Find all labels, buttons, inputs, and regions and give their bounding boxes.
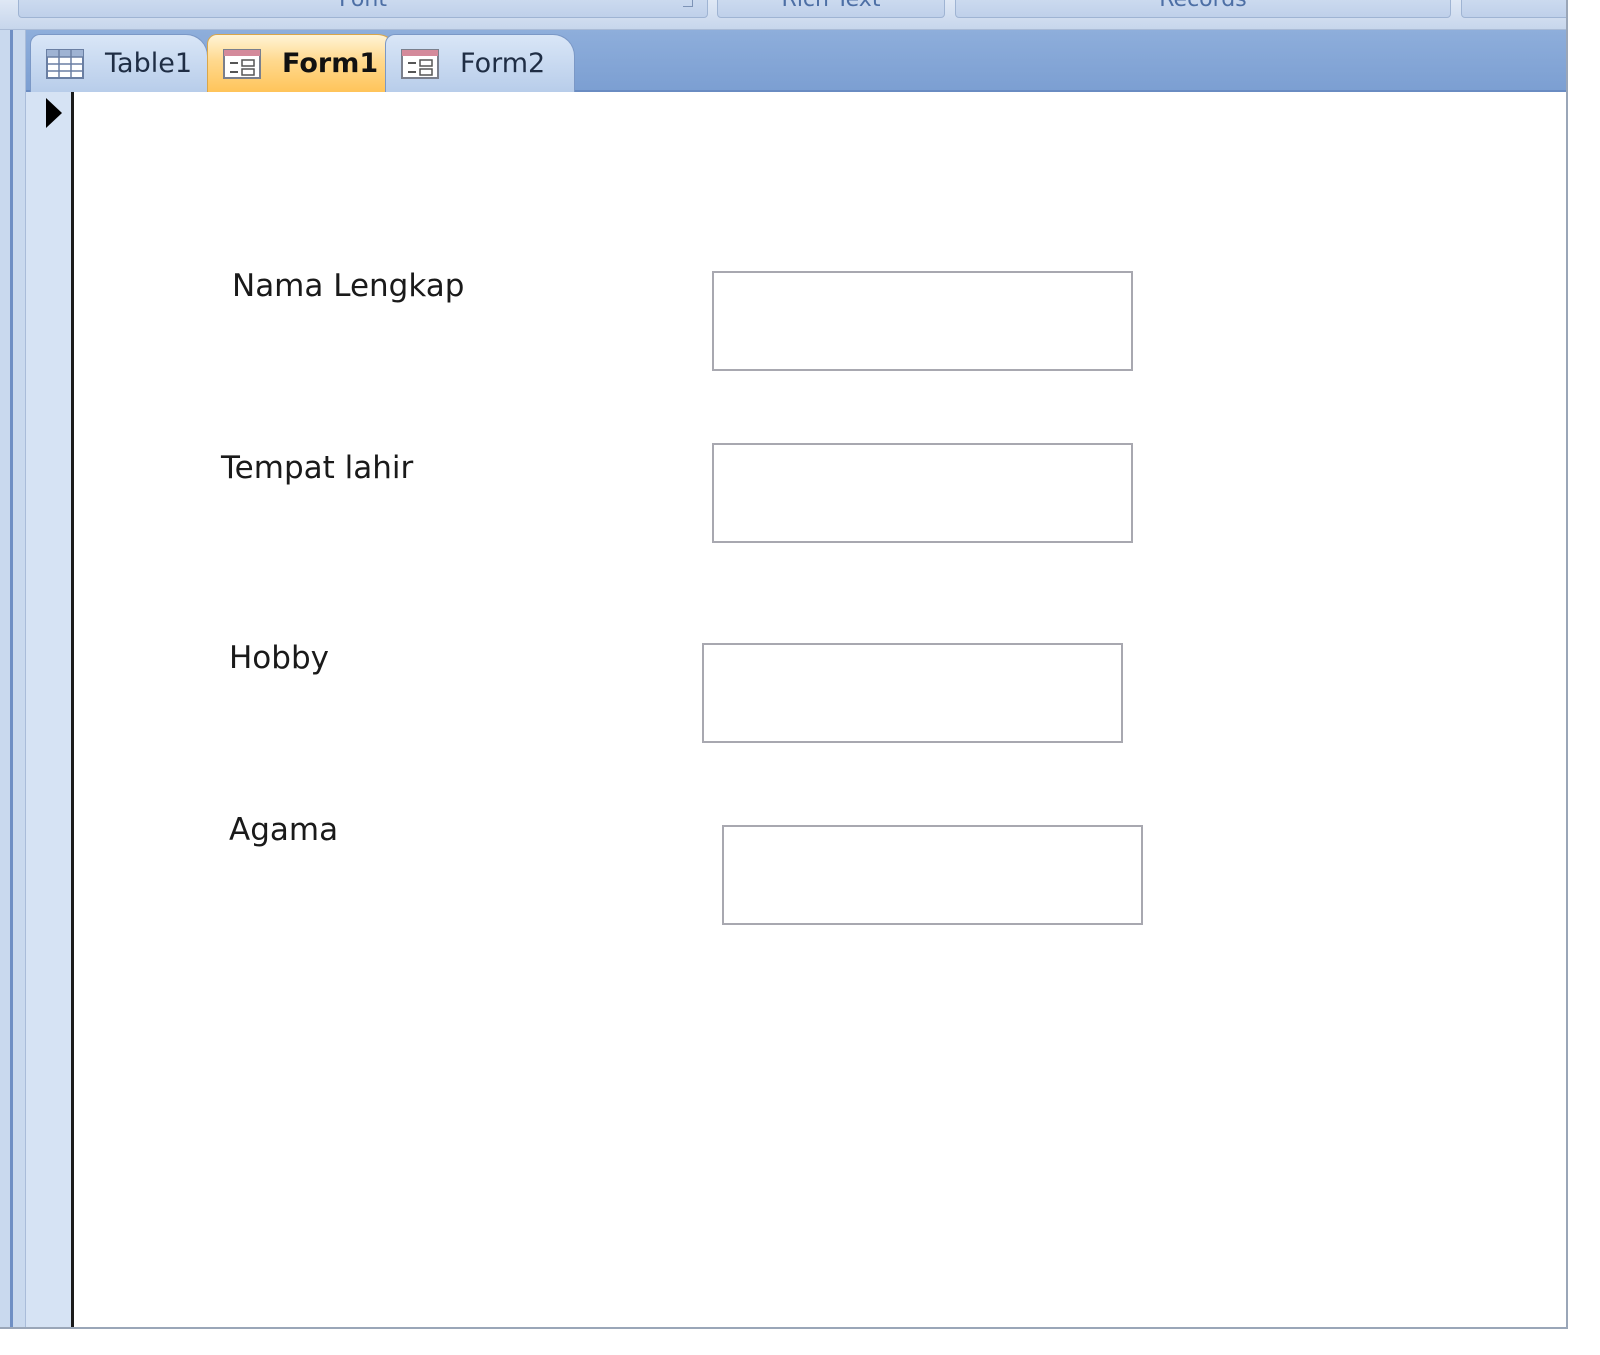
tab-form2-label: Form2 xyxy=(460,48,546,79)
tab-table1[interactable]: Table1 xyxy=(30,34,208,92)
tab-form2[interactable]: Form2 xyxy=(385,34,575,92)
label-hobby: Hobby xyxy=(229,640,329,676)
table-icon xyxy=(46,48,84,79)
navigation-pane-edge[interactable] xyxy=(0,30,26,1327)
access-window: Font Rich Text Records Table1 xyxy=(0,0,1568,1329)
ribbon-group-records[interactable]: Records xyxy=(955,0,1451,18)
form-icon xyxy=(401,48,439,79)
ribbon-group-font[interactable]: Font xyxy=(18,0,708,18)
label-nama-lengkap: Nama Lengkap xyxy=(232,268,465,304)
ribbon-group-font-label: Font xyxy=(339,0,387,12)
tempat-lahir-field[interactable] xyxy=(712,443,1133,543)
ribbon-group-rich-text-label: Rich Text xyxy=(782,0,881,12)
ribbon-group-next[interactable] xyxy=(1461,0,1566,18)
ribbon-group-labels: Font Rich Text Records xyxy=(0,0,1566,30)
nama-lengkap-field[interactable] xyxy=(712,271,1133,371)
current-record-arrow-icon xyxy=(46,98,62,128)
tab-table1-label: Table1 xyxy=(105,48,192,79)
tab-form1-label: Form1 xyxy=(282,48,379,79)
ribbon-group-rich-text[interactable]: Rich Text xyxy=(717,0,945,18)
tab-form1[interactable]: Form1 xyxy=(207,34,399,92)
ribbon-group-records-label: Records xyxy=(1159,0,1246,12)
label-tempat-lahir: Tempat lahir xyxy=(221,450,414,486)
hobby-field[interactable] xyxy=(702,643,1123,743)
record-selector[interactable] xyxy=(26,92,74,1327)
label-agama: Agama xyxy=(229,812,339,848)
agama-field[interactable] xyxy=(722,825,1143,925)
form-icon xyxy=(223,48,261,79)
dialog-launcher-icon[interactable] xyxy=(683,0,693,7)
